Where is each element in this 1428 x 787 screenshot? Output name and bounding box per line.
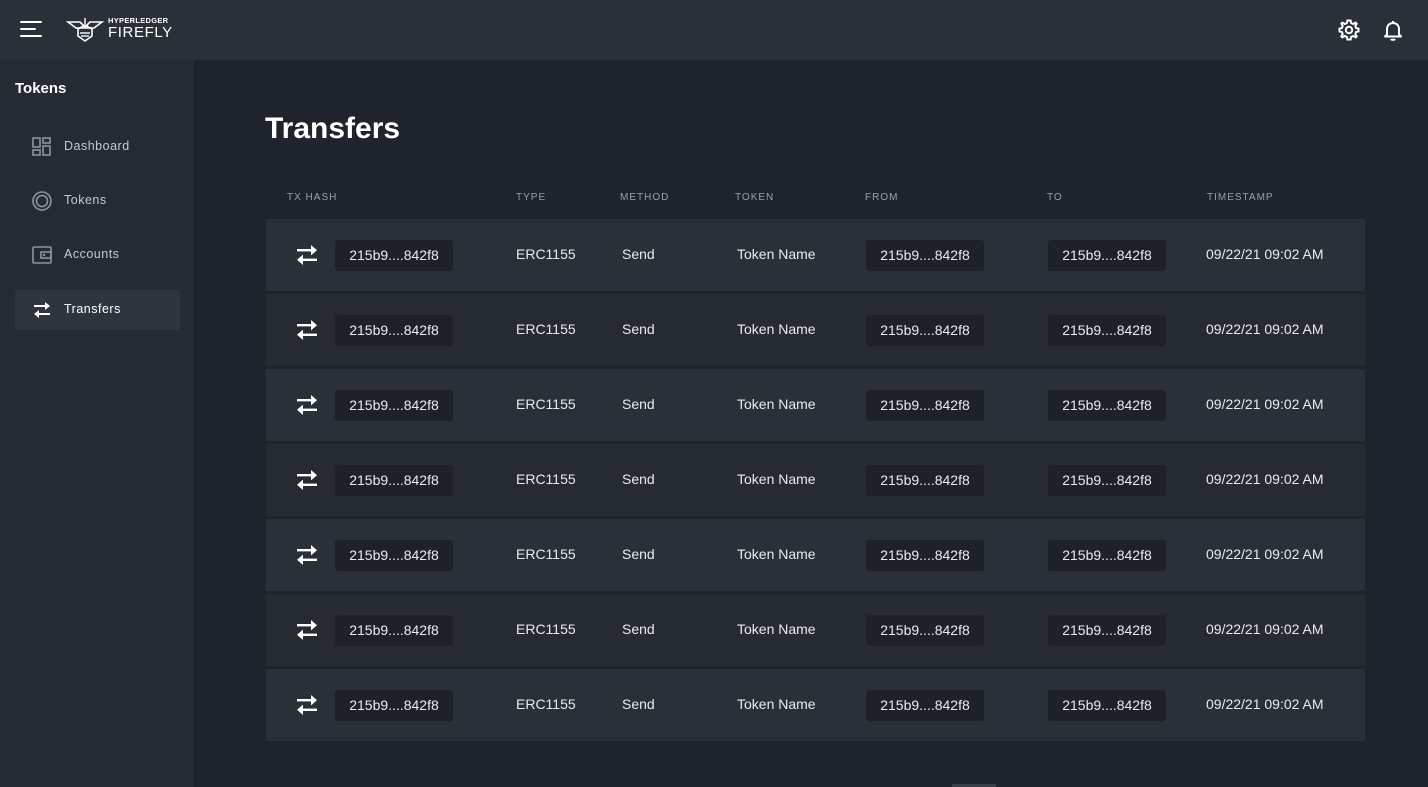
type-cell: ERC1155 bbox=[516, 396, 576, 412]
from-address-chip[interactable]: 215b9....842f8 bbox=[866, 465, 984, 496]
tx-hash-chip[interactable]: 215b9....842f8 bbox=[335, 465, 453, 496]
sidebar-item-transfers[interactable]: Transfers bbox=[15, 290, 180, 330]
method-cell: Send bbox=[622, 546, 655, 562]
sidebar-item-label: Dashboard bbox=[64, 139, 130, 153]
timestamp-cell: 09/22/21 09:02 AM bbox=[1206, 396, 1324, 412]
wallet-icon bbox=[31, 244, 53, 266]
type-cell: ERC1155 bbox=[516, 696, 576, 712]
table-row[interactable]: 215b9....842f8 ERC1155 Send Token Name 215b9… bbox=[266, 219, 1365, 291]
transfer-arrows-icon bbox=[294, 543, 320, 567]
sidebar-item-tokens[interactable]: Tokens bbox=[15, 181, 180, 221]
table-row[interactable]: 215b9....842f8 ERC1155 Send Token Name 215b9… bbox=[266, 594, 1365, 666]
token-cell: Token Name bbox=[737, 546, 816, 562]
method-cell: Send bbox=[622, 246, 655, 262]
from-address-chip[interactable]: 215b9....842f8 bbox=[866, 315, 984, 346]
token-cell: Token Name bbox=[737, 321, 816, 337]
token-cell: Token Name bbox=[737, 396, 816, 412]
sidebar-item-label: Tokens bbox=[64, 193, 107, 207]
method-cell: Send bbox=[622, 321, 655, 337]
firefly-logo[interactable]: HYPERLEDGER FIREFLY bbox=[66, 15, 178, 45]
column-header-timestamp[interactable]: TIMESTAMP bbox=[1207, 192, 1274, 203]
sidebar-item-label: Accounts bbox=[64, 247, 120, 261]
from-address-chip[interactable]: 215b9....842f8 bbox=[866, 390, 984, 421]
from-address-chip[interactable]: 215b9....842f8 bbox=[866, 690, 984, 721]
tx-hash-chip[interactable]: 215b9....842f8 bbox=[335, 315, 453, 346]
sidebar-item-accounts[interactable]: Accounts bbox=[15, 235, 180, 275]
sidebar-title: Tokens bbox=[15, 80, 67, 97]
tx-hash-chip[interactable]: 215b9....842f8 bbox=[335, 390, 453, 421]
type-cell: ERC1155 bbox=[516, 246, 576, 262]
timestamp-cell: 09/22/21 09:02 AM bbox=[1206, 471, 1324, 487]
timestamp-cell: 09/22/21 09:02 AM bbox=[1206, 696, 1324, 712]
token-cell: Token Name bbox=[737, 471, 816, 487]
token-cell: Token Name bbox=[737, 696, 816, 712]
gear-icon[interactable] bbox=[1337, 18, 1361, 42]
bell-icon[interactable] bbox=[1381, 18, 1405, 42]
type-cell: ERC1155 bbox=[516, 321, 576, 337]
to-address-chip[interactable]: 215b9....842f8 bbox=[1048, 540, 1166, 571]
timestamp-cell: 09/22/21 09:02 AM bbox=[1206, 321, 1324, 337]
type-cell: ERC1155 bbox=[516, 471, 576, 487]
logo-text-firefly: FIREFLY bbox=[108, 24, 173, 41]
token-icon bbox=[31, 190, 53, 212]
transfer-arrows-icon bbox=[294, 693, 320, 717]
firefly-logo-mark bbox=[66, 18, 104, 42]
transfer-arrows-icon bbox=[294, 318, 320, 342]
from-address-chip[interactable]: 215b9....842f8 bbox=[866, 240, 984, 271]
table-row[interactable]: 215b9....842f8 ERC1155 Send Token Name 215b9… bbox=[266, 369, 1365, 441]
transfer-arrows-icon bbox=[294, 468, 320, 492]
sidebar-item-dashboard[interactable]: Dashboard bbox=[15, 127, 180, 167]
transfer-arrows-icon bbox=[31, 299, 53, 321]
type-cell: ERC1155 bbox=[516, 546, 576, 562]
table-row[interactable]: 215b9....842f8 ERC1155 Send Token Name 215b9… bbox=[266, 519, 1365, 591]
from-address-chip[interactable]: 215b9....842f8 bbox=[866, 615, 984, 646]
column-header-method[interactable]: METHOD bbox=[620, 192, 669, 203]
page-title: Transfers bbox=[265, 112, 401, 145]
dashboard-icon bbox=[31, 136, 53, 158]
from-address-chip[interactable]: 215b9....842f8 bbox=[866, 540, 984, 571]
to-address-chip[interactable]: 215b9....842f8 bbox=[1048, 315, 1166, 346]
tx-hash-chip[interactable]: 215b9....842f8 bbox=[335, 240, 453, 271]
to-address-chip[interactable]: 215b9....842f8 bbox=[1048, 615, 1166, 646]
to-address-chip[interactable]: 215b9....842f8 bbox=[1048, 465, 1166, 496]
table-row[interactable]: 215b9....842f8 ERC1155 Send Token Name 215b9… bbox=[266, 669, 1365, 741]
to-address-chip[interactable]: 215b9....842f8 bbox=[1048, 240, 1166, 271]
column-header-token[interactable]: TOKEN bbox=[735, 192, 774, 203]
method-cell: Send bbox=[622, 621, 655, 637]
tx-hash-chip[interactable]: 215b9....842f8 bbox=[335, 690, 453, 721]
column-header-type[interactable]: TYPE bbox=[516, 192, 546, 203]
method-cell: Send bbox=[622, 696, 655, 712]
to-address-chip[interactable]: 215b9....842f8 bbox=[1048, 690, 1166, 721]
column-header-to[interactable]: TO bbox=[1047, 192, 1063, 203]
token-cell: Token Name bbox=[737, 621, 816, 637]
hamburger-menu-icon[interactable] bbox=[20, 19, 44, 39]
type-cell: ERC1155 bbox=[516, 621, 576, 637]
timestamp-cell: 09/22/21 09:02 AM bbox=[1206, 546, 1324, 562]
to-address-chip[interactable]: 215b9....842f8 bbox=[1048, 390, 1166, 421]
transfer-arrows-icon bbox=[294, 618, 320, 642]
sidebar-item-label: Transfers bbox=[64, 302, 121, 316]
token-cell: Token Name bbox=[737, 246, 816, 262]
method-cell: Send bbox=[622, 471, 655, 487]
transfer-arrows-icon bbox=[294, 243, 320, 267]
tx-hash-chip[interactable]: 215b9....842f8 bbox=[335, 540, 453, 571]
tx-hash-chip[interactable]: 215b9....842f8 bbox=[335, 615, 453, 646]
top-app-bar: HYPERLEDGER FIREFLY bbox=[0, 0, 1428, 60]
timestamp-cell: 09/22/21 09:02 AM bbox=[1206, 621, 1324, 637]
transfer-arrows-icon bbox=[294, 393, 320, 417]
column-header-tx-hash[interactable]: TX HASH bbox=[287, 192, 337, 203]
timestamp-cell: 09/22/21 09:02 AM bbox=[1206, 246, 1324, 262]
table-row[interactable]: 215b9....842f8 ERC1155 Send Token Name 215b9… bbox=[266, 294, 1365, 366]
sidebar: Tokens Dashboard Tokens Accounts Transfe… bbox=[0, 60, 195, 787]
method-cell: Send bbox=[622, 396, 655, 412]
column-header-from[interactable]: FROM bbox=[865, 192, 898, 203]
table-row[interactable]: 215b9....842f8 ERC1155 Send Token Name 215b9… bbox=[266, 444, 1365, 516]
